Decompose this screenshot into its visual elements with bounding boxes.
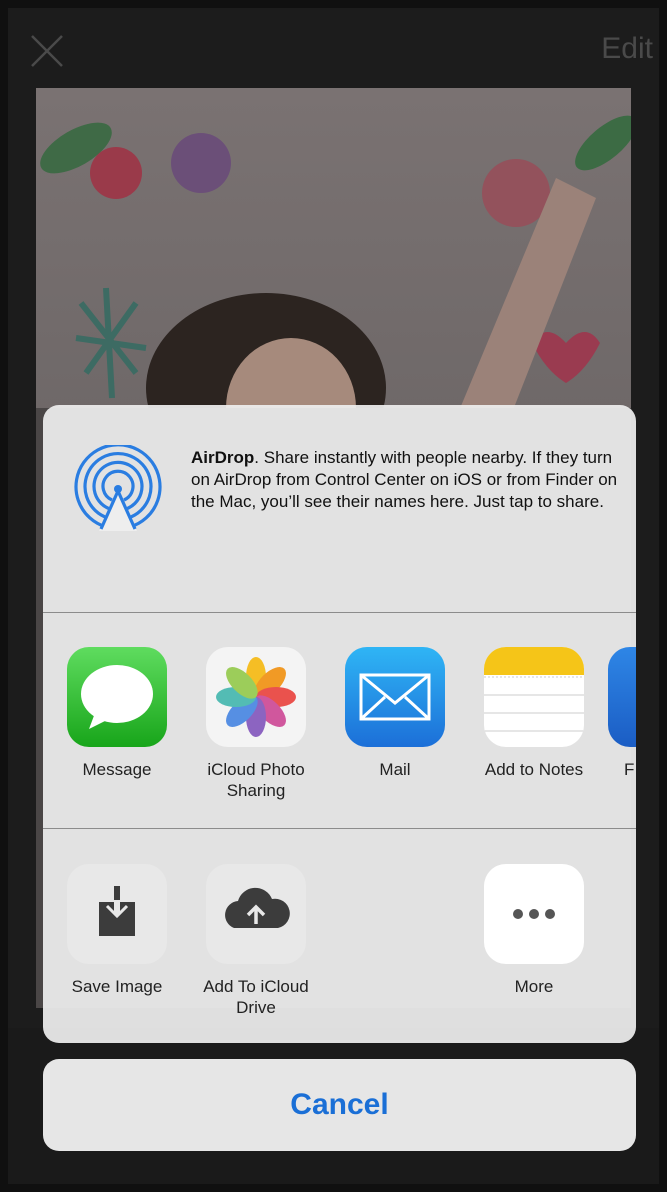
share-app-label: Add to Notes	[484, 760, 584, 779]
photos-icon	[206, 647, 306, 747]
share-app-add-to-notes[interactable]: Add to Notes	[469, 647, 599, 780]
share-app-message[interactable]: Message	[52, 647, 182, 780]
message-icon	[67, 647, 167, 747]
share-apps-row: Message iCloud Photo Sharing Mail Add to…	[43, 612, 636, 828]
share-app-icloud-photo-sharing[interactable]: iCloud Photo Sharing	[191, 647, 321, 801]
cancel-button[interactable]: Cancel	[43, 1059, 636, 1151]
share-app-partial[interactable]: F	[608, 647, 636, 780]
share-app-label: F	[624, 760, 635, 779]
share-actions-row: Save Image Add To iCloud Drive More	[43, 829, 636, 1043]
share-app-label: iCloud Photo Sharing	[207, 760, 305, 800]
share-app-label: Message	[82, 760, 152, 779]
save-image-icon	[67, 864, 167, 964]
airdrop-body: . Share instantly with people nearby. If…	[191, 448, 618, 511]
action-label: Save Image	[71, 977, 163, 996]
close-icon[interactable]	[30, 34, 64, 68]
mail-icon	[345, 647, 445, 747]
icloud-drive-icon	[206, 864, 306, 964]
share-sheet: AirDrop. Share instantly with people nea…	[43, 405, 636, 1043]
action-label: Add To iCloud Drive	[203, 977, 309, 1017]
partial-app-icon	[608, 647, 636, 747]
airdrop-description: AirDrop. Share instantly with people nea…	[191, 447, 621, 513]
airdrop-title: AirDrop	[191, 448, 255, 467]
more-icon	[484, 864, 584, 964]
action-more[interactable]: More	[469, 864, 599, 997]
airdrop-icon	[74, 445, 162, 531]
action-save-image[interactable]: Save Image	[52, 864, 182, 997]
share-app-mail[interactable]: Mail	[330, 647, 460, 780]
action-add-to-icloud-drive[interactable]: Add To iCloud Drive	[191, 864, 321, 1018]
notes-icon	[484, 647, 584, 747]
action-label: More	[514, 977, 554, 996]
edit-button[interactable]: Edit	[601, 32, 653, 66]
share-app-label: Mail	[379, 760, 411, 779]
airdrop-section[interactable]: AirDrop. Share instantly with people nea…	[43, 405, 636, 612]
